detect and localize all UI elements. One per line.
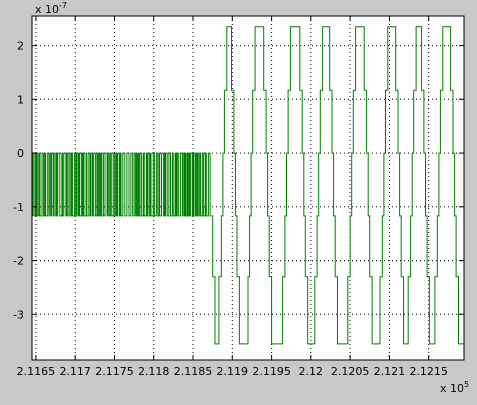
x-tick-label: 2.121 [374, 365, 406, 378]
y-tick-label: 1 [17, 93, 24, 106]
x-tick-label: 2.1195 [252, 365, 291, 378]
y-tick-label: -1 [13, 201, 24, 214]
x-tick-label: 2.118 [138, 365, 170, 378]
x-tick-label: 2.1185 [174, 365, 213, 378]
y-tick-label: -2 [13, 255, 24, 268]
y-tick-labels: -3 -2 -1 0 1 2 [13, 40, 24, 322]
y-axis-multiplier: x 10-7 [35, 1, 67, 16]
x-tick-label: 2.1205 [331, 365, 370, 378]
x-tick-label: 2.1215 [409, 365, 448, 378]
y-tick-label: 2 [17, 40, 24, 53]
figure-window: -3 -2 -1 0 1 2 2.1165 2.117 2.1175 2.118 2.1185 2.… [0, 0, 477, 405]
x-tick-label: 2.12 [299, 365, 324, 378]
x-tick-label: 2.119 [217, 365, 249, 378]
x-tick-label: 2.1175 [95, 365, 134, 378]
x-tick-labels: 2.1165 2.117 2.1175 2.118 2.1185 2.119 2.1195 2… [17, 365, 448, 378]
x-tick-label: 2.1165 [17, 365, 56, 378]
x-axis-multiplier: x 105 [440, 380, 469, 395]
y-tick-label: -3 [13, 308, 24, 321]
line-chart: -3-2-1012 2.1165 2.117 2.1175 2.118 2.1185 2.… [13, 1, 469, 395]
y-tick-label: 0 [17, 147, 24, 160]
x-tick-label: 2.117 [59, 365, 91, 378]
